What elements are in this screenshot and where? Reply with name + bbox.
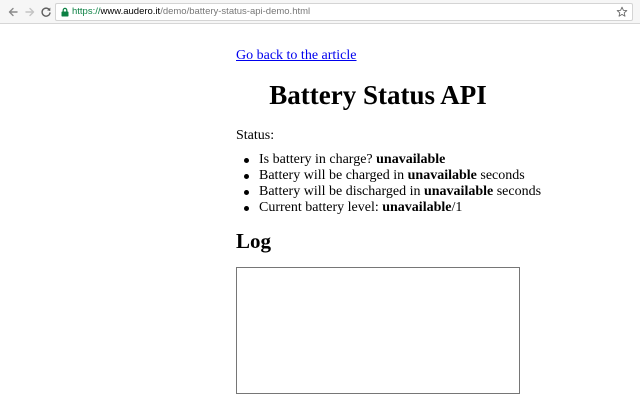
list-item-charging-time: Battery will be charged in unavailable s… xyxy=(236,168,536,184)
forward-button[interactable] xyxy=(22,4,38,20)
list-item-charging: Is battery in charge? unavailable xyxy=(236,152,536,168)
page-title: Battery Status API xyxy=(269,80,487,110)
back-button[interactable] xyxy=(5,4,21,20)
log-output[interactable] xyxy=(236,267,520,394)
reload-icon xyxy=(41,7,51,17)
address-bar[interactable]: https://www.audero.it/demo/battery-statu… xyxy=(55,3,633,21)
url-path: /demo/battery-status-api-demo.html xyxy=(160,6,311,17)
charging-time-value: unavailable xyxy=(407,168,477,183)
url-text: https://www.audero.it/demo/battery-statu… xyxy=(72,4,310,20)
charging-value: unavailable xyxy=(376,152,446,167)
reload-button[interactable] xyxy=(38,4,54,20)
url-host: www.audero.it xyxy=(100,6,161,17)
back-icon xyxy=(8,7,18,17)
back-to-article-link[interactable]: Go back to the article xyxy=(236,48,357,64)
browser-toolbar: https://www.audero.it/demo/battery-statu… xyxy=(0,0,640,24)
discharging-time-value: unavailable xyxy=(423,184,494,199)
forward-icon xyxy=(25,7,35,17)
status-list: Is battery in charge? unavailable Batter… xyxy=(236,152,541,216)
star-icon[interactable] xyxy=(616,6,628,18)
url-scheme: https:// xyxy=(72,6,101,17)
list-item-battery-level: Current battery level: unavailable/1 xyxy=(236,200,536,216)
status-label: Status: xyxy=(236,128,275,143)
lock-icon xyxy=(61,7,69,17)
log-heading: Log xyxy=(236,229,272,253)
battery-level-value: unavailable xyxy=(382,200,452,215)
list-item-discharging-time: Battery will be discharged in unavailabl… xyxy=(236,184,541,200)
